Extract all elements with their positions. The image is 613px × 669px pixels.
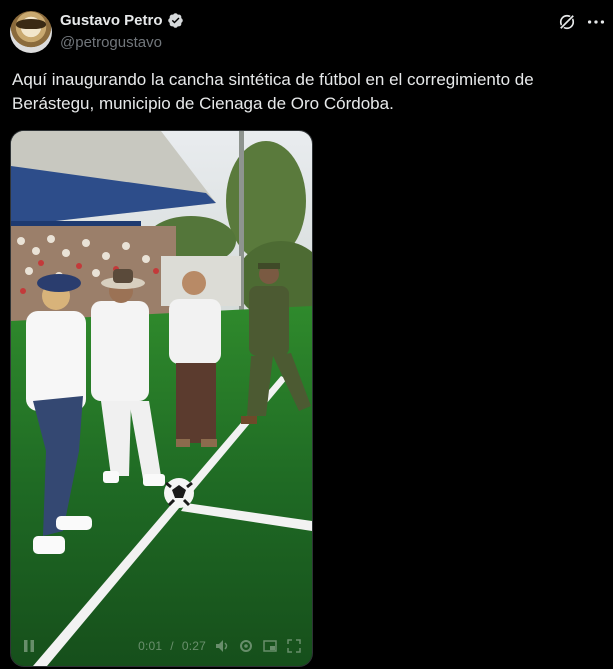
video-time-total: 0:27	[181, 639, 206, 653]
volume-icon[interactable]	[214, 638, 230, 654]
avatar[interactable]	[10, 11, 52, 53]
fullscreen-icon[interactable]	[286, 638, 302, 654]
post-header: Gustavo Petro @petrogustavo	[10, 10, 605, 56]
author-name-row: Gustavo Petro	[60, 12, 184, 29]
settings-icon[interactable]	[238, 638, 254, 654]
author-handle[interactable]: @petrogustavo	[60, 34, 162, 51]
more-options-icon[interactable]	[585, 11, 607, 33]
post-text: Aquí inaugurando la cancha sintética de …	[12, 70, 534, 113]
picture-in-picture-icon[interactable]	[262, 638, 278, 654]
video-time-separator: /	[170, 639, 174, 653]
author-name[interactable]: Gustavo Petro	[60, 12, 163, 29]
grok-icon[interactable]	[557, 12, 577, 32]
pause-icon[interactable]	[21, 638, 37, 654]
video-time-current: 0:01	[138, 639, 163, 653]
video-player[interactable]: 0:01 / 0:27	[10, 130, 313, 667]
video-controls: 0:01 / 0:27	[11, 626, 312, 666]
video-frame	[11, 131, 312, 666]
verified-badge-icon	[167, 13, 183, 28]
